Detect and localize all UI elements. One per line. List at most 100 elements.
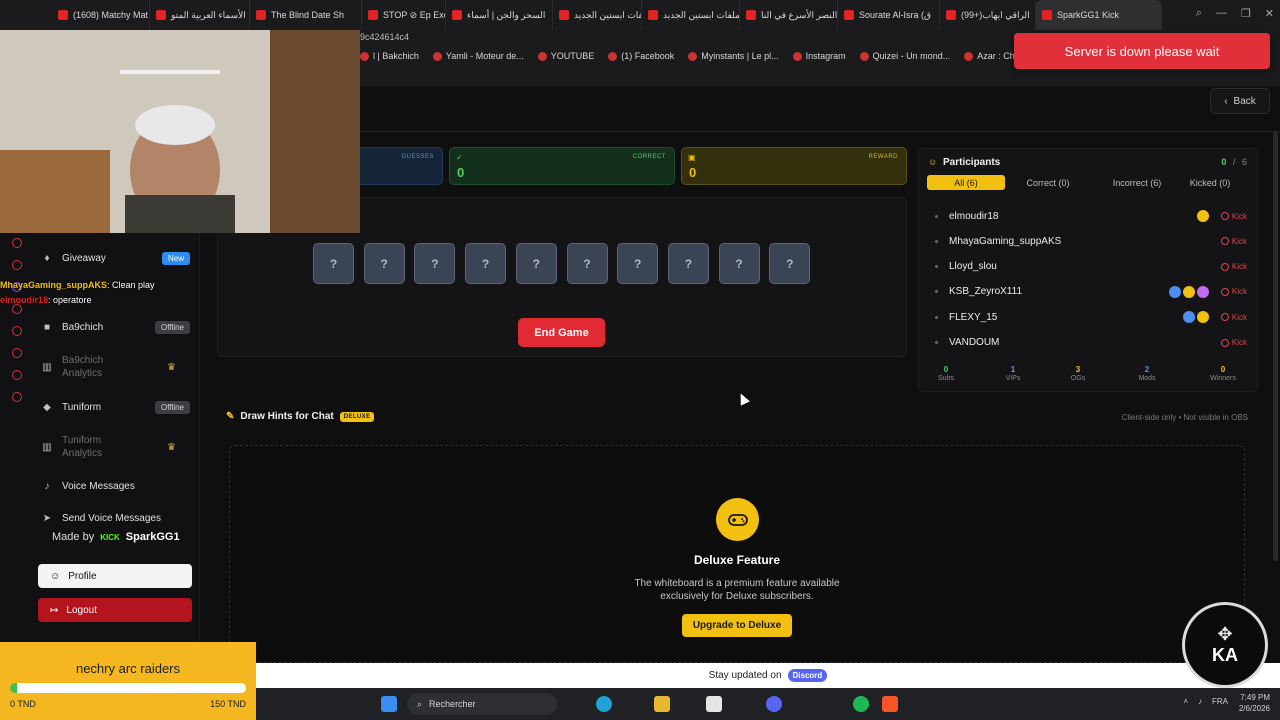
reward-label: REWARD [868,154,898,160]
ban-icon [1220,262,1229,271]
browser-tab[interactable]: SparkGG1 Kick [1036,0,1162,30]
tab-favicon-icon [844,10,854,20]
correct-value: 0 [457,165,465,180]
status-badge: Offline [155,320,190,334]
end-game-button[interactable]: End Game [518,318,605,347]
bullet [935,239,938,243]
sidebar-item[interactable]: ▥ Ba9chich Analytics ♛ [40,354,190,380]
minimize-icon[interactable]: — [1216,7,1227,20]
chevron-up-icon[interactable]: ˄ [1183,697,1188,706]
tab-favicon-icon [368,10,378,20]
page-scrollbar[interactable] [1273,131,1278,561]
participant-stat: 1 VIPs [983,365,1043,382]
windows-start-icon[interactable] [381,696,397,712]
logout-button[interactable]: ↦ Logout [38,598,192,622]
kick-button[interactable]: Kick [1220,312,1247,322]
search-tabs-icon[interactable]: ⌕ [1196,7,1202,20]
participant-stat: 0 Subs [916,365,976,382]
tab-label: النصر الأسرع في النا [761,9,838,20]
settings-icon[interactable] [12,392,22,402]
sidebar-item[interactable]: ➤ Send Voice Messages [40,511,190,525]
restore-icon[interactable]: ❐ [1241,7,1251,20]
sidebar-item[interactable]: ♪ Voice Messages [40,479,190,493]
browser-tab[interactable]: السحر والجن | أسماء [446,0,553,30]
discord-link[interactable]: Discord [787,669,828,682]
taskbar-search[interactable]: ⌕ Rechercher [407,693,557,715]
browser-tab[interactable]: الأسماء العربية المتو [150,0,250,30]
browser-tab[interactable]: (99+)الراقي ايهاب [940,0,1036,30]
sidebar-item[interactable]: ▥ Tuniform Analytics ♛ [40,434,190,460]
role-badge-icon [1169,285,1181,298]
url-fragment[interactable]: 9c424614c4 [360,30,409,44]
kick-button[interactable]: Kick [1220,237,1247,246]
brave-icon[interactable] [882,696,898,712]
eagle-icon: ✥ [1217,624,1233,644]
spotify-icon[interactable] [853,696,869,712]
browser-tab[interactable]: The Blind Date Sh [250,0,362,30]
kick-button[interactable]: Kick [1220,287,1247,296]
bookmark-item[interactable]: (1) Facebook [608,51,674,61]
discord-icon[interactable] [766,696,782,712]
bookmark-icon [432,51,442,61]
browser-tab[interactable]: STOP ⊘ Ep Excep [362,0,446,30]
rail-icon[interactable] [12,260,22,270]
clock-icon[interactable] [12,348,22,358]
sidebar-item[interactable]: ■ Ba9chich Offline [40,320,190,334]
taskbar-search-placeholder: Rechercher [429,699,476,709]
browser-tab[interactable]: ملفات ابستين الجديد [642,0,740,30]
kick-label: Kick [1231,312,1247,322]
sidebar-item[interactable]: ◆ Tuniform Offline [40,400,190,414]
browser-tab[interactable]: النصر الأسرع في النا [740,0,838,30]
bullet [935,214,938,218]
upgrade-button[interactable]: Upgrade to Deluxe [682,614,792,637]
rail-icon[interactable] [12,326,22,336]
participant-name: VANDOUM [949,337,1000,348]
tab-favicon-icon [452,10,462,20]
correct-card: ✓ CORRECT 0 [449,147,675,185]
bookmark-label: (1) Facebook [621,51,675,61]
tab-label: The Blind Date Sh [271,10,345,20]
kick-button[interactable]: Kick [1220,262,1247,271]
chat-text: : operatore [48,295,92,305]
close-icon[interactable]: ✕ [1265,7,1274,20]
participant-tab[interactable]: All (6) [927,175,1005,190]
pencil-icon: ✎ [226,411,235,422]
rail-icon[interactable] [12,370,22,380]
letter-tile: ? [617,243,659,284]
bookmark-icon [792,51,802,61]
participant-tab[interactable]: Incorrect (6) [1099,175,1175,190]
bookmark-item[interactable]: YOUTUBE [537,51,594,61]
stat-label: Winners [1210,375,1236,382]
chart-icon: ▥ [42,361,52,373]
bookmark-label: Quizei - Un mond... [872,51,951,61]
clock[interactable]: 7:49 PM 2/6/2026 [1239,692,1270,714]
check-icon: ✓ [456,153,463,162]
participant-name: FLEXY_15 [949,311,998,323]
participant-name: elmoudir18 [949,210,999,222]
microphone-icon[interactable]: ♪ [1198,697,1202,706]
bookmark-item[interactable]: Instagram [792,51,846,61]
browser-tab[interactable]: ملفات ابستين الجديد [553,0,642,30]
participant-tab[interactable]: Correct (0) [1015,175,1081,190]
edge-icon[interactable] [596,696,612,712]
browser-tab[interactable]: Sourate Al-Isra (ق [838,0,940,30]
back-button[interactable]: ‹ Back [1210,88,1270,114]
browser-tab[interactable]: (1608) Matchy Mat [52,0,150,30]
store-icon[interactable] [706,696,722,712]
kick-button[interactable]: Kick [1220,212,1247,221]
bookmark-item[interactable]: Quizei - Un mond... [859,51,951,61]
participant-tab[interactable]: Kicked (0) [1181,175,1239,190]
bookmark-item[interactable]: l | Bakchich [360,51,419,61]
bookmark-item[interactable]: Yamli - Moteur de... [432,51,524,61]
letter-tile: ? [667,243,709,284]
bookmark-item[interactable]: Myinstants | Le pl... [688,51,779,61]
profile-button[interactable]: ☺ Profile [38,564,192,588]
sidebar-item[interactable]: ♦ Giveaway New [40,251,190,265]
kick-label: Kick [1231,338,1247,347]
file-explorer-icon[interactable] [654,696,670,712]
participant-name: Lloyd_slou [949,261,997,273]
language-indicator[interactable]: FRA [1212,697,1228,706]
kick-button[interactable]: Kick [1220,338,1247,347]
rail-icon[interactable] [12,238,22,248]
ban-icon [1220,287,1229,296]
